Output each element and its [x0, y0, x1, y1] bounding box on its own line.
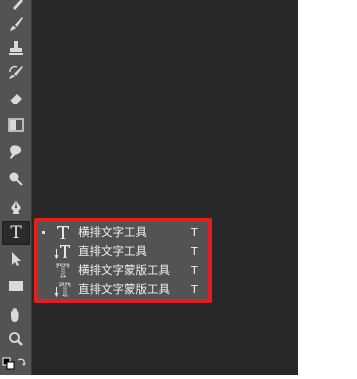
flyout-item-shortcut: T [191, 264, 198, 277]
pen-icon[interactable] [2, 195, 30, 219]
horizontal-type-mask-icon [52, 261, 74, 280]
flyout-item-horizontal-type-mask[interactable]: 横排文字蒙版工具 T [38, 261, 208, 280]
zoom-icon[interactable] [2, 327, 30, 351]
path-selection-icon[interactable] [2, 247, 30, 271]
flyout-item-shortcut: T [191, 245, 198, 258]
flyout-item-label: 横排文字蒙版工具 [78, 263, 170, 277]
flyout-item-vertical-type-mask[interactable]: 直排文字蒙版工具 T [38, 280, 208, 299]
flyout-item-label: 直排文字工具 [78, 244, 147, 258]
history-brush-icon[interactable] [2, 60, 30, 84]
dodge-icon[interactable] [2, 167, 30, 191]
vertical-type-mask-icon [52, 280, 74, 299]
eraser-icon[interactable] [2, 86, 30, 110]
blur-icon[interactable] [2, 140, 30, 164]
flyout-item-horizontal-type[interactable]: 横排文字工具 T [38, 223, 208, 242]
clone-stamp-icon[interactable] [2, 36, 30, 60]
flyout-item-label: 横排文字工具 [78, 225, 147, 239]
document-canvas[interactable] [32, 0, 298, 375]
flyout-item-shortcut: T [191, 283, 198, 296]
horizontal-type-icon [52, 223, 74, 242]
rectangle-shape-icon[interactable] [2, 274, 30, 298]
selected-indicator [42, 231, 45, 234]
brush-icon[interactable] [2, 12, 30, 36]
flyout-item-vertical-type[interactable]: 直排文字工具 T [38, 242, 208, 261]
color-swatches-icon[interactable] [2, 352, 30, 375]
gradient-icon[interactable] [2, 113, 30, 137]
vertical-type-icon [52, 242, 74, 261]
type-tool-flyout-menu: 横排文字工具 T 直排文字工具 T 横排文字蒙版工具 T 直排文字蒙版工具 T [34, 218, 212, 303]
type-icon[interactable]: T [2, 221, 30, 245]
tools-panel: T [0, 0, 32, 375]
flyout-item-shortcut: T [191, 226, 198, 239]
hand-icon[interactable] [2, 303, 30, 327]
flyout-item-label: 直排文字蒙版工具 [78, 282, 170, 296]
type-tool-glyph: T [10, 222, 22, 243]
